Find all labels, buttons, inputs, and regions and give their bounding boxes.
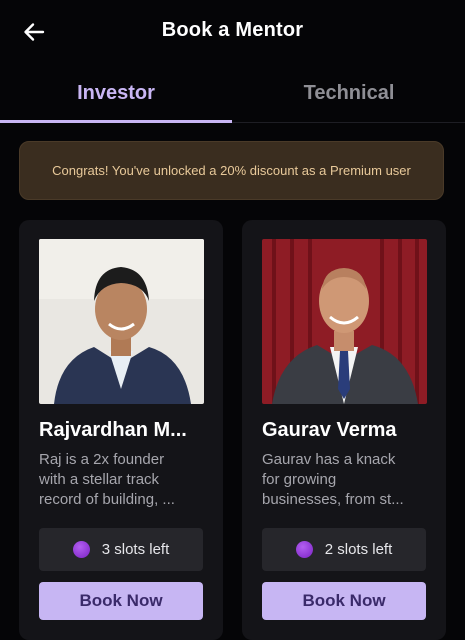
slot-dot-icon <box>72 541 90 558</box>
mentor-card[interactable]: Gaurav Verma Gaurav has a knack for grow… <box>242 220 446 640</box>
mentor-description: Raj is a 2x founder with a stellar track… <box>39 451 175 508</box>
tab-bar: Investor Technical <box>0 64 465 123</box>
slots-badge: 3 slots left <box>39 528 203 571</box>
mentor-description: Gaurav has a knack for growing businesse… <box>262 451 404 508</box>
slots-badge: 2 slots left <box>262 528 426 571</box>
slots-text: 3 slots left <box>101 541 170 558</box>
slot-dot-icon <box>295 541 313 558</box>
book-now-button[interactable]: Book Now <box>39 582 203 620</box>
book-now-button[interactable]: Book Now <box>262 582 426 620</box>
mentor-name: Rajvardhan M... <box>39 419 187 441</box>
mentor-card[interactable]: Rajvardhan M... Raj is a 2x founder with… <box>19 220 223 640</box>
tab-technical[interactable]: Technical <box>233 64 465 122</box>
discount-banner: Congrats! You've unlocked a 20% discount… <box>19 141 444 200</box>
mentor-name: Gaurav Verma <box>262 419 397 441</box>
app-header: Book a Mentor <box>0 0 465 64</box>
tab-investor[interactable]: Investor <box>0 64 232 122</box>
slots-text: 2 slots left <box>324 541 393 558</box>
mentor-photo <box>262 239 427 404</box>
page-title: Book a Mentor <box>161 19 304 41</box>
mentor-photo <box>39 239 204 404</box>
active-tab-indicator <box>0 120 232 123</box>
